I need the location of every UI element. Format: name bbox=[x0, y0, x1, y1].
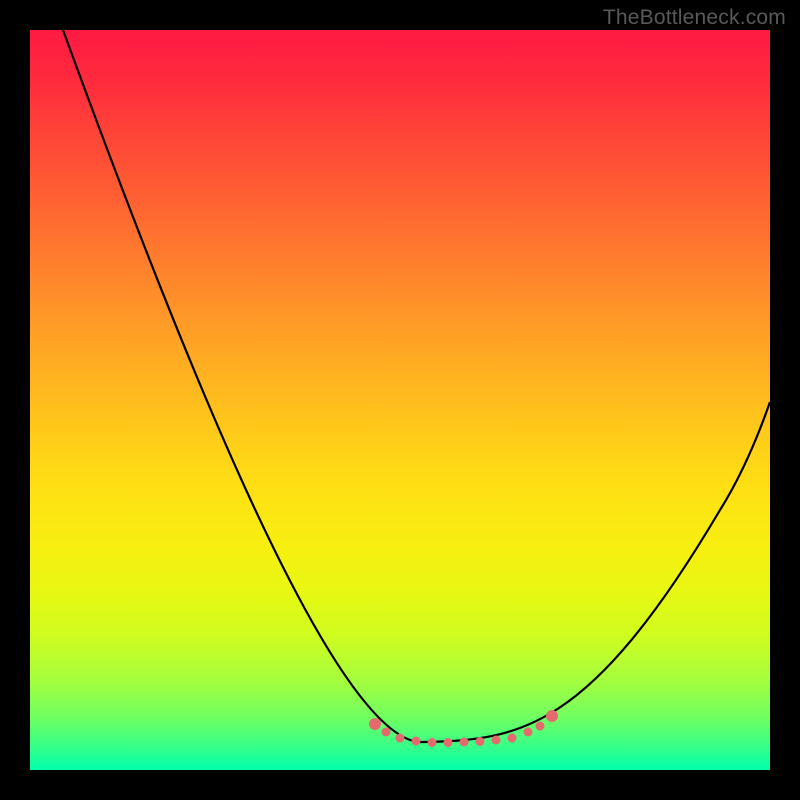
data-dot bbox=[444, 738, 453, 747]
data-dot bbox=[546, 710, 558, 722]
data-dot bbox=[508, 734, 517, 743]
data-dot bbox=[460, 738, 469, 747]
data-dot bbox=[524, 728, 533, 737]
data-dot bbox=[476, 737, 485, 746]
data-dot bbox=[369, 718, 381, 730]
bottleneck-curve bbox=[63, 30, 770, 742]
data-dot bbox=[382, 728, 391, 737]
data-dot bbox=[412, 737, 421, 746]
data-dot bbox=[428, 738, 437, 747]
dot-group bbox=[369, 710, 558, 747]
plot-area bbox=[30, 30, 770, 770]
chart-svg bbox=[30, 30, 770, 770]
watermark-text: TheBottleneck.com bbox=[603, 6, 786, 30]
data-dot bbox=[492, 736, 501, 745]
data-dot bbox=[536, 722, 545, 731]
data-dot bbox=[396, 734, 405, 743]
chart-frame: TheBottleneck.com bbox=[0, 0, 800, 800]
